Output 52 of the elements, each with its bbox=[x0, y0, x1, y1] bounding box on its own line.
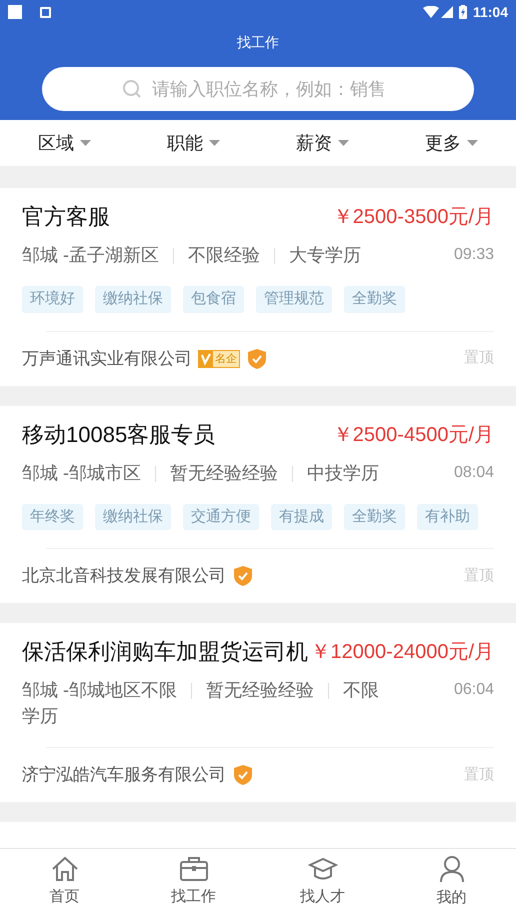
nav-tab[interactable]: 找工作 bbox=[129, 849, 258, 916]
benefit-tag: 包食宿 bbox=[183, 286, 244, 312]
company-name: 万声通讯实业有限公司 bbox=[22, 348, 192, 370]
caret-icon bbox=[467, 140, 478, 146]
person-icon bbox=[438, 855, 464, 884]
benefit-tag: 全勤奖 bbox=[344, 504, 405, 530]
nav-tab[interactable]: 首页 bbox=[0, 849, 129, 916]
post-time: 08:04 bbox=[454, 462, 494, 482]
post-time: 09:33 bbox=[454, 245, 494, 265]
signal-icon bbox=[440, 6, 453, 18]
benefit-tag: 环境好 bbox=[22, 286, 83, 312]
benefit-tag: 交通方便 bbox=[183, 504, 259, 530]
clock-time: 11:04 bbox=[472, 2, 508, 22]
company-name: 济宁泓皓汽车服务有限公司 bbox=[22, 764, 226, 786]
job-title: 官方客服 bbox=[22, 203, 110, 231]
search-field[interactable]: 请输入职位名称，例如：销售 bbox=[42, 67, 474, 111]
caret-icon bbox=[80, 140, 91, 146]
benefit-tag: 全勤奖 bbox=[344, 286, 405, 312]
salary: ￥2500-3500元/月 bbox=[332, 205, 494, 230]
benefit-tag: 年终奖 bbox=[22, 504, 83, 530]
filter-dropdown[interactable]: 区域 bbox=[38, 130, 91, 156]
caret-icon bbox=[209, 140, 220, 146]
home-icon bbox=[50, 856, 78, 882]
battery-icon bbox=[458, 5, 467, 19]
filter-dropdown[interactable]: 更多 bbox=[425, 130, 478, 156]
v-mark-icon bbox=[199, 350, 213, 366]
notification-icon bbox=[8, 5, 22, 19]
salary: ￥2500-4500元/月 bbox=[332, 422, 494, 448]
nav-tab[interactable]: 我的 bbox=[387, 849, 516, 916]
caret-icon bbox=[338, 140, 349, 146]
company-name: 北京北音科技发展有限公司 bbox=[22, 565, 226, 588]
post-time: 06:04 bbox=[454, 680, 494, 700]
briefcase-icon bbox=[178, 856, 208, 882]
benefit-tag: 缴纳社保 bbox=[95, 286, 171, 312]
search-icon bbox=[122, 79, 142, 99]
graduation-cap-icon bbox=[308, 856, 338, 882]
benefit-tag: 有提成 bbox=[271, 504, 332, 530]
benefit-tag: 有补助 bbox=[417, 504, 478, 530]
job-details: 邹城 -邹城地区不限 暂无经验经验 不限学历 bbox=[22, 679, 380, 728]
filter-dropdown[interactable]: 职能 bbox=[167, 130, 220, 156]
page-title: 找工作 bbox=[237, 33, 279, 52]
job-details: 邹城 -邹城市区 暂无经验经验 中技学历 bbox=[22, 462, 380, 484]
benefit-tag: 缴纳社保 bbox=[95, 504, 171, 530]
benefit-tag: 管理规范 bbox=[256, 286, 332, 312]
job-title: 保活保利润购车加盟货运司机 bbox=[22, 638, 308, 666]
job-details: 邹城 -孟子湖新区 不限经验 大专学历 bbox=[22, 244, 362, 267]
job-title: 移动10085客服专员 bbox=[22, 420, 216, 448]
salary: ￥12000-24000元/月 bbox=[310, 640, 494, 665]
famous-company-badge: 名企 bbox=[198, 350, 240, 368]
wifi-icon bbox=[422, 6, 439, 18]
nav-tab[interactable]: 找人才 bbox=[258, 849, 387, 916]
filter-dropdown[interactable]: 薪资 bbox=[296, 130, 349, 156]
